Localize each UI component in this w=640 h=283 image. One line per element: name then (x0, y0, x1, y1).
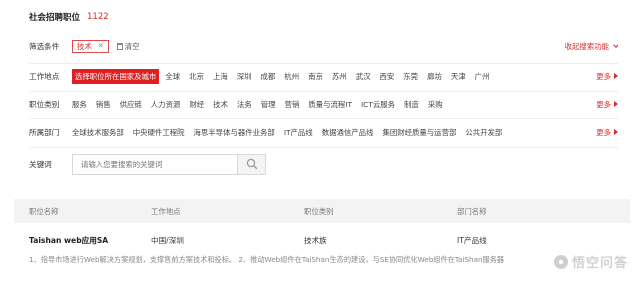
category-option[interactable]: 人力资源 (151, 99, 181, 110)
department-row: 所属部门 全球技术服务部 中央硬件工程院 海思半导体与器件业务部 IT产品线 数据通信产… (29, 122, 618, 142)
filter-conditions-row: 筛选条件 技术 ✕ 清空 收起搜索功能 (29, 36, 618, 56)
department-option[interactable]: IT产品线 (284, 127, 313, 138)
department-option[interactable]: 海思半导体与器件业务部 (194, 127, 275, 138)
department-option[interactable]: 中央硬件工程院 (133, 127, 185, 138)
category-option[interactable]: 采购 (428, 99, 443, 110)
location-option[interactable]: 南京 (308, 71, 323, 82)
department-options: 全球技术服务部 中央硬件工程院 海思半导体与器件业务部 IT产品线 数据通信产品线 集团财… (72, 127, 618, 138)
divider (29, 63, 618, 64)
location-option[interactable]: 杭州 (284, 71, 299, 82)
location-options: 选择职位所在国家及城市 全球 北京 上海 深圳 成都 杭州 南京 苏州 武汉 西安 东莞 廊坊 天津 广州 (72, 68, 618, 84)
location-option[interactable]: 北京 (189, 71, 204, 82)
job-description: 1、指导市场进行Web解决方案规划，支撑售前方案技术和投标。 2、推动Web组件… (29, 255, 504, 264)
location-option[interactable]: 深圳 (237, 71, 252, 82)
department-option[interactable]: 数据通信产品线 (322, 127, 374, 138)
category-option[interactable]: 供应链 (120, 99, 142, 110)
location-option[interactable]: 上海 (213, 71, 228, 82)
location-option[interactable]: 武汉 (356, 71, 371, 82)
clear-label: 清空 (124, 41, 140, 51)
collapse-search-label: 收起搜索功能 (564, 41, 609, 51)
category-option[interactable]: ICT云服务 (361, 99, 395, 110)
divider (29, 147, 618, 148)
divider (29, 91, 618, 92)
category-row: 职位类别 服务 销售 供应链 人力资源 财经 技术 法务 管理 营销 质量与流程IT ICT云服务制… (29, 94, 618, 114)
job-department: IT产品线 (457, 236, 487, 245)
category-option[interactable]: 技术 (213, 99, 228, 110)
select-country-city-button[interactable]: 选择职位所在国家及城市 (72, 68, 160, 84)
department-option[interactable]: 公共开发部 (465, 127, 502, 138)
keyword-search-input[interactable] (72, 153, 238, 175)
location-more-button[interactable]: 更多 (596, 66, 618, 86)
column-header-department: 部门名称 (457, 206, 487, 216)
category-option[interactable]: 服务 (72, 99, 87, 110)
keyword-search (72, 153, 266, 175)
triangle-right-icon (614, 101, 618, 107)
category-option[interactable]: 质量与流程IT (308, 99, 352, 110)
filter-tag-label: 技术 (77, 41, 92, 51)
job-location: 中国/深圳 (151, 236, 184, 245)
keyword-label: 关键词 (29, 159, 52, 169)
category-options: 服务 销售 供应链 人力资源 财经 技术 法务 管理 营销 质量与流程IT ICT云服务 制造 采购 (72, 99, 618, 110)
chevron-down-icon (613, 41, 618, 48)
column-header-job-title: 职位名称 (29, 206, 59, 216)
keyword-row: 关键词 (29, 152, 618, 176)
job-count: 1122 (87, 12, 109, 22)
category-more-button[interactable]: 更多 (596, 94, 618, 114)
search-button[interactable] (238, 153, 266, 175)
page-title: 社会招聘职位 (29, 13, 81, 23)
triangle-right-icon (614, 73, 618, 79)
location-row: 工作地点 选择职位所在国家及城市 全球 北京 上海 深圳 成都 杭州 南京 苏州 武汉 西安 东莞廊… (29, 66, 618, 86)
triangle-right-icon (614, 129, 618, 135)
job-title-link[interactable]: Taishan web应用SA (29, 235, 108, 246)
divider (29, 118, 618, 119)
department-option[interactable]: 集团财经质量与运营部 (382, 127, 456, 138)
watermark: 悟空问答 (553, 252, 628, 271)
location-option[interactable]: 广州 (475, 71, 490, 82)
collapse-search-button[interactable]: 收起搜索功能 (565, 36, 618, 56)
category-option[interactable]: 财经 (189, 99, 204, 110)
filter-label: 筛选条件 (29, 41, 60, 51)
category-option[interactable]: 营销 (285, 99, 300, 110)
category-option[interactable]: 销售 (96, 99, 111, 110)
table-header: 职位名称 工作地点 职位类别 部门名称 (14, 199, 630, 223)
location-option[interactable]: 西安 (379, 71, 394, 82)
filter-tag[interactable]: 技术 ✕ (72, 39, 109, 53)
results-header: 社会招聘职位 1122 (29, 9, 109, 25)
column-header-category: 职位类别 (304, 206, 334, 216)
remove-tag-icon[interactable]: ✕ (98, 42, 104, 50)
department-label: 所属部门 (29, 127, 60, 137)
department-more-button[interactable]: 更多 (596, 122, 618, 142)
category-option[interactable]: 制造 (404, 99, 419, 110)
more-label: 更多 (596, 99, 611, 109)
location-option[interactable]: 天津 (451, 71, 466, 82)
location-option[interactable]: 东莞 (403, 71, 418, 82)
category-label: 职位类别 (29, 99, 60, 109)
more-label: 更多 (596, 127, 611, 137)
category-option[interactable]: 管理 (261, 99, 276, 110)
column-header-location: 工作地点 (151, 206, 181, 216)
location-option[interactable]: 苏州 (332, 71, 347, 82)
location-option[interactable]: 成都 (261, 71, 276, 82)
location-option[interactable]: 全球 (165, 71, 180, 82)
watermark-text: 悟空问答 (571, 256, 628, 271)
trash-icon (116, 42, 123, 50)
clear-filters-button[interactable]: 清空 (116, 41, 140, 52)
category-option[interactable]: 法务 (237, 99, 252, 110)
more-label: 更多 (596, 71, 611, 81)
job-category: 技术族 (304, 236, 327, 245)
table-row[interactable]: Taishan web应用SA 中国/深圳 技术族 IT产品线 (29, 235, 630, 249)
department-option[interactable]: 全球技术服务部 (72, 127, 124, 138)
location-label: 工作地点 (29, 71, 60, 81)
search-icon (246, 158, 257, 170)
watermark-logo-icon (553, 254, 568, 269)
location-option[interactable]: 廊坊 (427, 71, 442, 82)
